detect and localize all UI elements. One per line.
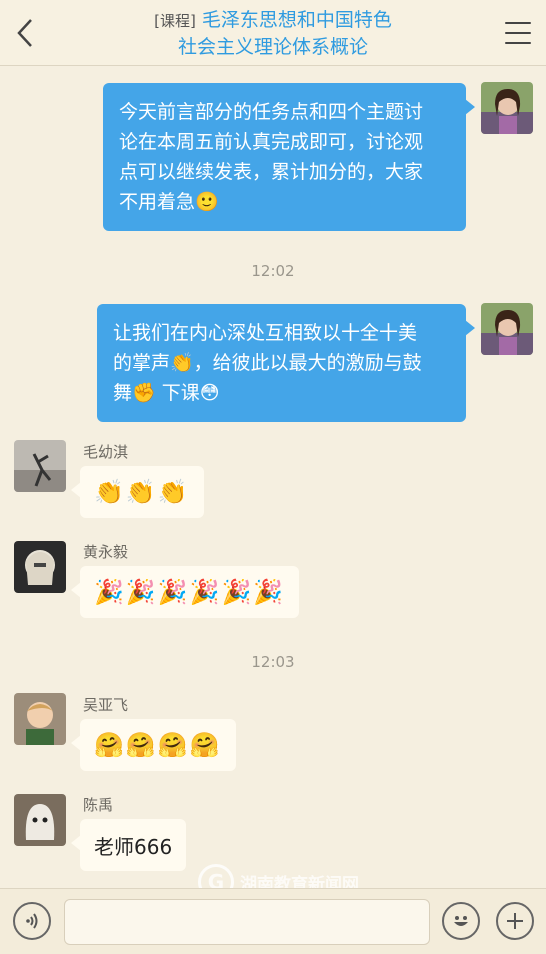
hamburger-menu-icon[interactable] bbox=[502, 18, 534, 48]
message-line: 不用着急🙂 bbox=[119, 191, 219, 213]
outgoing-message[interactable]: 今天前言部分的任务点和四个主题讨 论在本周五前认真完成即可，讨论观 点可以继续发… bbox=[103, 83, 475, 231]
message-input[interactable] bbox=[64, 899, 430, 945]
outgoing-message[interactable]: 让我们在内心深处互相致以十全十美 的掌声👏，给彼此以最大的激励与鼓 舞✊ 下课😳 bbox=[97, 304, 475, 422]
message-line: 论在本周五前认真完成即可，讨论观 bbox=[119, 131, 424, 153]
timestamp: 12:02 bbox=[251, 262, 295, 280]
incoming-message[interactable]: 👏👏👏 bbox=[71, 466, 204, 518]
title-line-2: 社会主义理论体系概论 bbox=[177, 36, 368, 58]
teacher-avatar[interactable] bbox=[481, 82, 533, 134]
emoji-icon[interactable] bbox=[442, 902, 480, 940]
incoming-message[interactable]: 🤗🤗🤗🤗 bbox=[71, 719, 236, 771]
message-line: 让我们在内心深处互相致以十全十美 bbox=[113, 322, 418, 344]
back-button[interactable] bbox=[8, 14, 42, 52]
message-line: 点可以继续发表，累计加分的，大家 bbox=[119, 161, 424, 183]
input-bar bbox=[0, 888, 546, 954]
course-tag: [课程] bbox=[154, 12, 196, 30]
sender-name: 毛幼淇 bbox=[83, 443, 129, 461]
timestamp: 12:03 bbox=[251, 653, 295, 671]
sender-name: 陈禹 bbox=[83, 796, 114, 814]
sender-name: 吴亚飞 bbox=[83, 696, 129, 714]
user-avatar[interactable] bbox=[14, 440, 66, 492]
user-avatar[interactable] bbox=[14, 693, 66, 745]
incoming-message[interactable]: 🎉🎉🎉🎉🎉🎉 bbox=[70, 566, 300, 618]
message-line: 今天前言部分的任务点和四个主题讨 bbox=[119, 101, 424, 123]
chat-header: [课程] 毛泽东思想和中国特色 社会主义理论体系概论 bbox=[0, 0, 546, 66]
incoming-message[interactable]: 老师666 bbox=[70, 819, 187, 871]
chevron-left-icon bbox=[17, 19, 32, 47]
sender-name: 黄永毅 bbox=[83, 543, 129, 561]
title-line-1: 毛泽东思想和中国特色 bbox=[201, 9, 392, 31]
teacher-avatar[interactable] bbox=[481, 303, 533, 355]
user-avatar[interactable] bbox=[14, 541, 66, 593]
user-avatar[interactable] bbox=[14, 794, 66, 846]
plus-icon[interactable] bbox=[496, 902, 534, 940]
message-line: 舞✊ 下课😳 bbox=[113, 382, 220, 404]
message-line: 的掌声👏，给彼此以最大的激励与鼓 bbox=[113, 352, 422, 374]
voice-icon[interactable] bbox=[13, 902, 51, 940]
page-title: [课程] 毛泽东思想和中国特色 社会主义理论体系概论 bbox=[60, 7, 486, 60]
